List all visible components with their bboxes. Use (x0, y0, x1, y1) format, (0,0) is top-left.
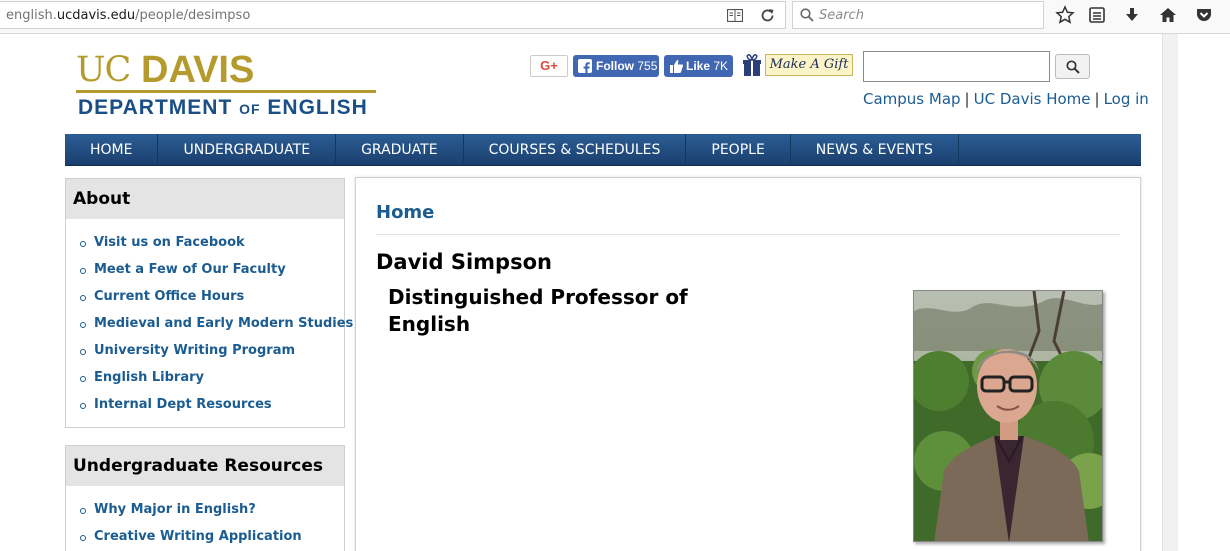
nav-graduate[interactable]: GRADUATE (336, 134, 464, 166)
log-in-link[interactable]: Log in (1104, 90, 1149, 108)
thumbs-up-icon (670, 60, 683, 73)
reload-icon[interactable] (760, 8, 775, 23)
reader-view-icon[interactable] (727, 9, 743, 22)
list-item-link[interactable]: Visit us on Facebook (80, 229, 344, 256)
about-links-list: Visit us on Facebook Meet a Few of Our F… (66, 219, 353, 418)
list-item-link[interactable]: Current Office Hours (80, 283, 344, 310)
list-item-link[interactable]: Meet a Few of Our Faculty (80, 256, 344, 283)
url-text[interactable]: english.ucdavis.edu/people/desimpso (6, 8, 250, 23)
list-item-link[interactable]: Creative Writing Application (80, 523, 344, 550)
person-name: David Simpson (376, 250, 552, 274)
home-icon[interactable] (1158, 5, 1178, 25)
search-placeholder: Search (819, 8, 864, 23)
main-content: Home David Simpson Distinguished Profess… (355, 177, 1141, 551)
logo-divider (76, 90, 376, 93)
logo-uc-text: UC (76, 50, 131, 90)
url-bar[interactable]: english.ucdavis.edu/people/desimpso (0, 1, 786, 29)
site-search-input[interactable] (863, 51, 1050, 82)
link-separator: | (1094, 90, 1100, 108)
main-nav: HOME UNDERGRADUATE GRADUATE COURSES & SC… (65, 134, 1141, 166)
list-item-link[interactable]: Internal Dept Resources (80, 391, 344, 418)
uc-davis-home-link[interactable]: UC Davis Home (974, 90, 1091, 108)
nav-courses-schedules[interactable]: COURSES & SCHEDULES (464, 134, 687, 166)
list-item-link[interactable]: Medieval and Early Modern Studies (80, 310, 353, 337)
pocket-icon[interactable] (1194, 5, 1214, 25)
page-scrollbar[interactable] (1162, 34, 1178, 551)
list-item-link[interactable]: University Writing Program (80, 337, 344, 364)
about-block-title: About (66, 179, 344, 219)
link-separator: | (964, 90, 970, 108)
list-item-link[interactable]: Why Major in English? (80, 496, 344, 523)
list-item-link[interactable]: English Library (80, 364, 344, 391)
facebook-like-button[interactable]: Like 7K (664, 55, 733, 77)
breadcrumb-home-link[interactable]: Home (376, 202, 434, 223)
browser-search-bar[interactable]: Search (792, 1, 1044, 29)
header-links: Campus Map | UC Davis Home | Log in (863, 90, 1149, 108)
make-a-gift-button[interactable]: Make A Gift (765, 54, 853, 76)
person-title: Distinguished Professor of English (388, 285, 688, 336)
facebook-icon (578, 59, 592, 74)
google-plus-button[interactable]: G+ (530, 55, 568, 77)
nav-home[interactable]: HOME (65, 134, 159, 166)
nav-undergraduate[interactable]: UNDERGRADUATE (158, 134, 337, 166)
logo-department-text: DEPARTMENT OF ENGLISH (78, 96, 368, 119)
logo-davis-text: DAVIS (141, 49, 255, 91)
undergraduate-links-list: Why Major in English? Creative Writing A… (66, 486, 344, 550)
site-search-button[interactable] (1055, 54, 1090, 79)
facebook-follow-button[interactable]: Follow 755 (573, 55, 659, 77)
search-icon (1066, 60, 1080, 74)
nav-news-events[interactable]: NEWS & EVENTS (791, 134, 959, 166)
undergraduate-resources-title: Undergraduate Resources (66, 446, 344, 486)
download-icon[interactable] (1122, 5, 1142, 25)
nav-people[interactable]: PEOPLE (686, 134, 791, 166)
gift-icon[interactable] (742, 53, 762, 77)
search-icon (800, 8, 814, 22)
undergraduate-resources-block: Undergraduate Resources Why Major in Eng… (65, 445, 345, 551)
divider (376, 234, 1120, 235)
reading-list-icon[interactable] (1087, 5, 1107, 25)
browser-toolbar: english.ucdavis.edu/people/desimpso Sear… (0, 0, 1230, 34)
about-block: About Visit us on Facebook Meet a Few of… (65, 178, 353, 428)
profile-photo (913, 290, 1103, 542)
campus-map-link[interactable]: Campus Map (863, 90, 961, 108)
bookmark-star-icon[interactable] (1055, 5, 1075, 25)
